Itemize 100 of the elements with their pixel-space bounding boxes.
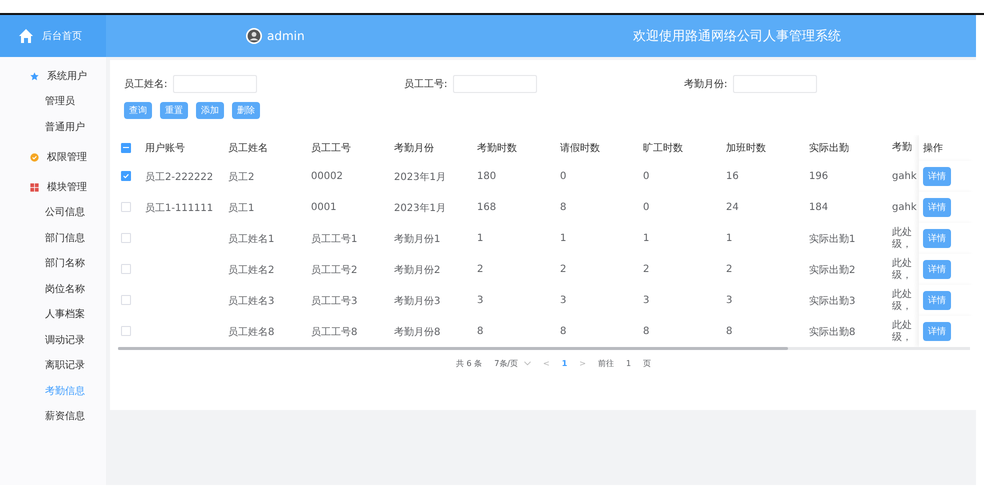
table-cell: 员工工号1 xyxy=(311,234,358,244)
page-size-select[interactable]: 7条/页 xyxy=(494,358,531,369)
table-cell: 8 xyxy=(726,326,732,337)
table-cell: 196 xyxy=(809,171,828,182)
column-header: 加班时数 xyxy=(726,143,766,154)
user-name: admin xyxy=(267,29,305,43)
next-page-button[interactable]: > xyxy=(579,359,586,368)
table-cell: 2023年1月 xyxy=(394,202,446,214)
menu-group[interactable]: 权限管理 xyxy=(0,144,106,170)
horizontal-scrollbar[interactable] xyxy=(118,347,970,350)
menu-item[interactable]: 部门名称 xyxy=(0,251,106,276)
table-cell: 员工2-222222 xyxy=(145,172,214,182)
table-cell: 考勤月份1 xyxy=(394,234,440,244)
details-button[interactable]: 详情 xyxy=(923,167,951,186)
menu-item[interactable]: 人事档案 xyxy=(0,302,106,328)
table-cell: 员工姓名3 xyxy=(228,296,274,306)
table-cell: 24 xyxy=(726,202,739,213)
table-cell: 2023年1月 xyxy=(394,172,446,182)
menu-group[interactable]: 模块管理 xyxy=(0,174,106,200)
action-button[interactable]: 重置 xyxy=(160,102,188,119)
table-cell: gahk xyxy=(892,202,917,214)
input-field[interactable] xyxy=(453,75,538,93)
table-cell: 员工工号8 xyxy=(311,326,358,338)
page-suffix: 页 xyxy=(643,358,652,369)
table-cell: 考勤月份2 xyxy=(394,264,440,276)
table-cell: 180 xyxy=(477,171,496,182)
checkbox[interactable] xyxy=(121,171,131,182)
table-cell: 1 xyxy=(477,233,484,244)
column-header: 考勤月份 xyxy=(394,143,434,154)
table-cell: 考勤月份8 xyxy=(394,326,440,338)
table-cell: 考勤月份3 xyxy=(394,296,440,306)
field-label: 员工工号: xyxy=(404,78,448,91)
column-header: 操作 xyxy=(923,142,943,155)
details-button[interactable]: 详情 xyxy=(923,229,951,248)
avatar-icon xyxy=(246,28,262,44)
menu-item[interactable]: 离职记录 xyxy=(0,353,106,378)
table-cell: 3 xyxy=(477,295,484,306)
column-header: 实际出勤 xyxy=(809,143,849,154)
system-title: 欢迎使用路通网络公司人事管理系统 xyxy=(633,28,841,45)
column-header: 员工工号 xyxy=(311,143,351,154)
column-header: 旷工时数 xyxy=(643,143,683,154)
table-cell: 2 xyxy=(560,264,566,275)
table-cell: 00002 xyxy=(311,171,343,182)
menu-item[interactable]: 调动记录 xyxy=(0,328,106,353)
field-label: 员工姓名: xyxy=(124,78,168,91)
menu-item[interactable]: 部门信息 xyxy=(0,226,106,251)
column-header: 请假时数 xyxy=(560,143,600,154)
table-cell: 实际出勤3 xyxy=(809,296,856,306)
table-cell-text: 此处级， xyxy=(892,258,913,281)
table-cell: 184 xyxy=(809,202,828,213)
table-cell: 1 xyxy=(560,233,566,244)
table-cell: 3 xyxy=(726,295,732,306)
star-icon xyxy=(30,72,39,80)
table-cell: 3 xyxy=(643,295,650,306)
page-number[interactable]: 1 xyxy=(562,359,568,368)
table-cell: 实际出勤2 xyxy=(809,264,856,276)
details-button[interactable]: 详情 xyxy=(923,260,951,279)
table-cell: 1 xyxy=(726,233,732,244)
table-cell-text: 此处级， xyxy=(892,289,913,312)
menu-group[interactable]: 系统用户 xyxy=(0,63,106,89)
input-field[interactable] xyxy=(733,75,818,93)
table-cell: 8 xyxy=(560,202,566,213)
total-count: 共 6 条 xyxy=(456,358,482,369)
table-cell: 8 xyxy=(643,326,650,337)
table-cell: 2 xyxy=(643,264,650,275)
grid-icon xyxy=(30,182,39,192)
action-button[interactable]: 添加 xyxy=(196,102,224,119)
table-cell: 实际出勤8 xyxy=(809,326,856,338)
menu-item[interactable]: 薪资信息 xyxy=(0,404,106,430)
sidebar-header[interactable]: 后台首页 xyxy=(0,15,106,57)
checkbox[interactable] xyxy=(121,142,131,153)
table-cell: 0001 xyxy=(311,202,336,213)
table-cell-text: 此处级， xyxy=(892,320,913,343)
menu-item[interactable]: 管理员 xyxy=(0,89,106,114)
menu-item[interactable]: 考勤信息 xyxy=(0,378,106,404)
home-link[interactable]: 后台首页 xyxy=(42,29,82,43)
table-cell: 16 xyxy=(726,171,739,182)
details-button[interactable]: 详情 xyxy=(923,198,951,217)
previous-page-button[interactable]: < xyxy=(542,359,550,368)
table-cell: 8 xyxy=(477,326,484,337)
column-header: 用户账号 xyxy=(145,143,185,154)
menu-item[interactable]: 岗位名称 xyxy=(0,276,106,302)
badge-icon xyxy=(30,152,39,162)
column-header: 考勤时数 xyxy=(477,143,517,154)
table-cell: 员工1-111111 xyxy=(145,202,214,214)
table-cell: 2 xyxy=(726,264,732,275)
table-cell: 实际出勤1 xyxy=(809,234,856,244)
menu-item[interactable]: 普通用户 xyxy=(0,114,106,140)
field-label: 考勤月份: xyxy=(684,78,728,91)
menu-item[interactable]: 公司信息 xyxy=(0,200,106,226)
action-button[interactable]: 删除 xyxy=(232,102,260,119)
action-button[interactable]: 查询 xyxy=(124,102,152,119)
table-cell: 员工姓名1 xyxy=(228,234,274,244)
input-field[interactable] xyxy=(173,75,258,93)
details-button[interactable]: 详情 xyxy=(923,322,951,341)
page-input[interactable]: 1 xyxy=(626,359,632,368)
table-cell: 员工1 xyxy=(228,202,254,214)
caret-icon xyxy=(524,361,531,366)
details-button[interactable]: 详情 xyxy=(923,291,951,310)
table-cell: 员工2 xyxy=(228,172,254,182)
